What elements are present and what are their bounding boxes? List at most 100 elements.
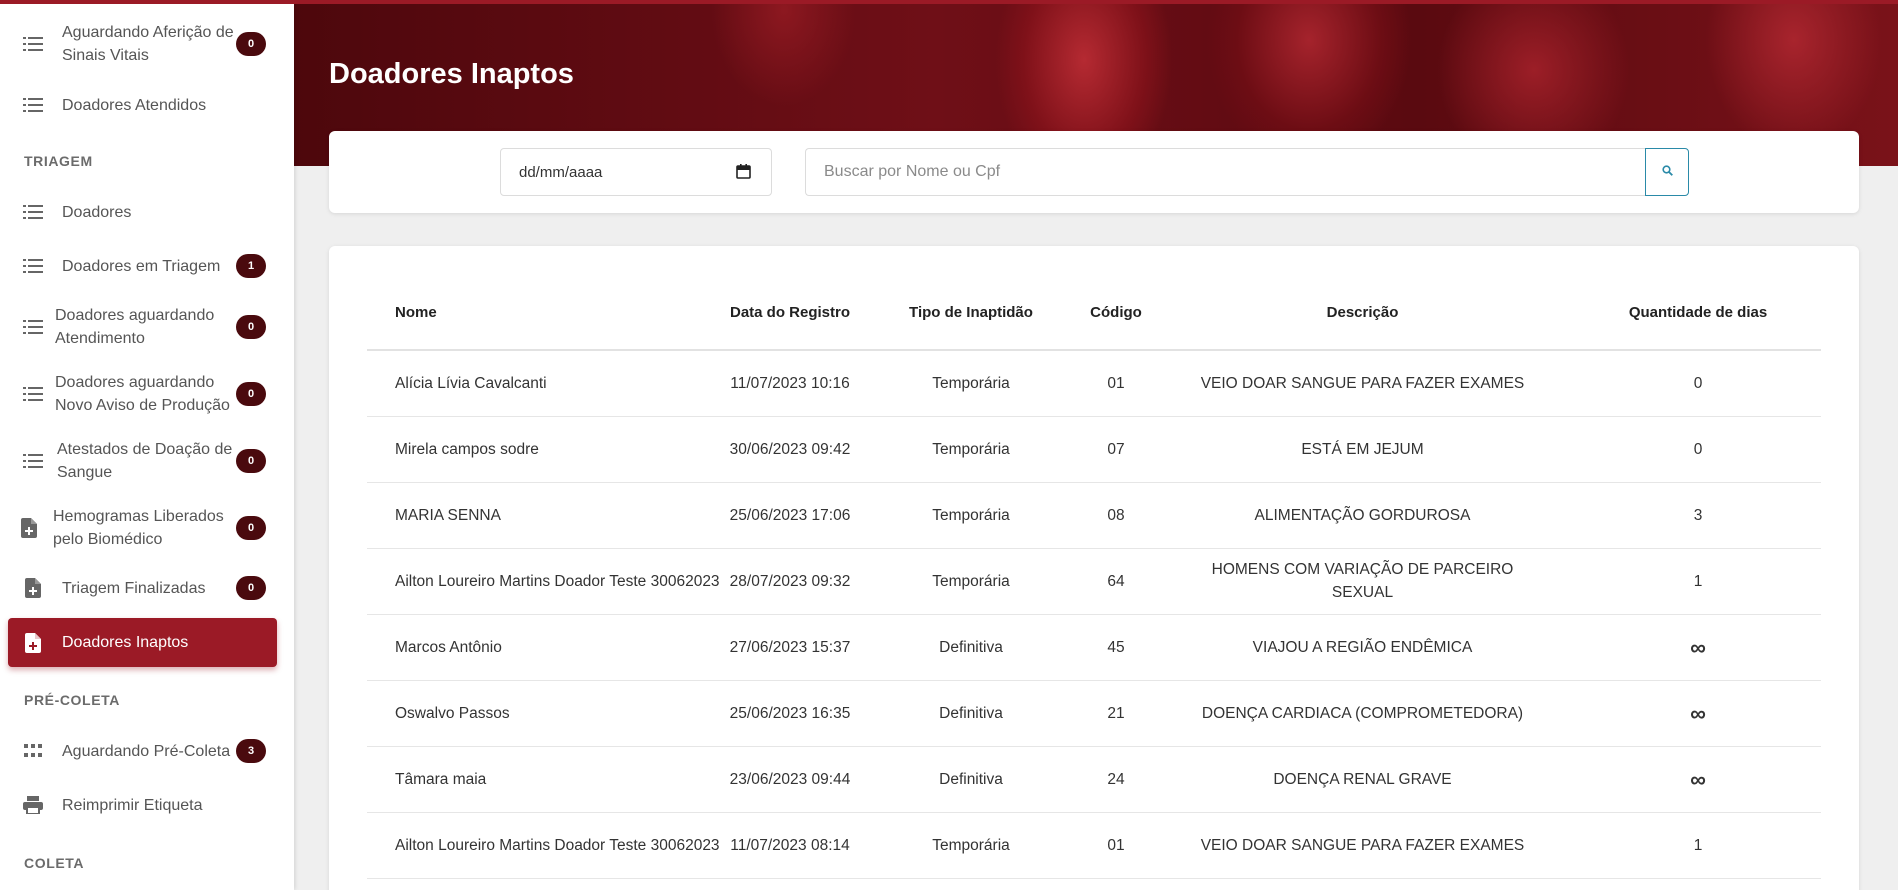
sidebar-item-aguardando-afericao[interactable]: Aguardando Aferição de Sinais Vitais 0 — [8, 20, 277, 68]
count-badge: 0 — [236, 315, 266, 339]
sidebar-item-aguardando-atendimento[interactable]: Doadores aguardando Atendimento 0 — [8, 303, 277, 351]
cell-tipo: Temporária — [860, 548, 1082, 615]
sidebar-item-doadores-inaptos[interactable]: Doadores Inaptos — [8, 618, 277, 667]
count-badge: 0 — [236, 32, 266, 56]
cell-tipo: Temporária — [860, 350, 1082, 417]
table-header-row: Nome Data do Registro Tipo de Inaptidão … — [367, 276, 1821, 351]
section-title-triagem: TRIAGEM — [24, 153, 93, 169]
table-row[interactable]: Alícia Lívia Cavalcanti 11/07/2023 10:16… — [367, 350, 1821, 417]
table-row[interactable]: Marcos Antônio 27/06/2023 15:37 Definiti… — [367, 614, 1821, 681]
date-field[interactable]: dd/mm/aaaa — [500, 148, 772, 196]
column-header-dias[interactable]: Quantidade de dias — [1575, 276, 1821, 351]
cell-codigo: 24 — [1082, 746, 1150, 813]
table-row[interactable]: Tâmara maia 23/06/2023 09:44 Definitiva … — [367, 746, 1821, 813]
list-icon — [22, 383, 44, 405]
cell-codigo: 01 — [1082, 812, 1150, 879]
cell-nome: Tâmara maia — [367, 746, 720, 813]
list-icon — [22, 255, 44, 277]
cell-tipo: Temporária — [860, 812, 1082, 879]
cell-tipo: Definitiva — [860, 680, 1082, 747]
inaptos-table: Nome Data do Registro Tipo de Inaptidão … — [367, 276, 1821, 879]
sidebar-item-label: Triagem Finalizadas — [62, 579, 206, 597]
cell-data: 11/07/2023 08:14 — [720, 812, 860, 879]
file-plus-icon — [18, 517, 40, 539]
file-plus-icon — [22, 632, 44, 654]
cell-dias: ∞ — [1575, 746, 1821, 813]
section-title-pre-coleta: PRÉ-COLETA — [24, 692, 120, 708]
cell-dias: ∞ — [1575, 680, 1821, 747]
sidebar-item-hemogramas[interactable]: Hemogramas Liberados pelo Biomédico 0 — [8, 504, 277, 552]
sidebar-item-label: Doadores Atendidos — [62, 96, 207, 114]
cell-tipo: Definitiva — [860, 614, 1082, 681]
cell-codigo: 07 — [1082, 416, 1150, 483]
cell-data: 23/06/2023 09:44 — [720, 746, 860, 813]
cell-dias: 0 — [1575, 416, 1821, 483]
cell-data: 28/07/2023 09:32 — [720, 548, 860, 615]
sidebar-item-label: Doadores aguardando Atendimento — [55, 307, 215, 347]
sidebar-item-label: Aguardando Aferição de Sinais Vitais — [62, 24, 234, 64]
sidebar-item-label: Doadores em Triagem — [62, 257, 221, 275]
sidebar-item-label: Doadores — [62, 203, 132, 221]
cell-data: 25/06/2023 16:35 — [720, 680, 860, 747]
sidebar-item-novo-aviso[interactable]: Doadores aguardando Novo Aviso de Produç… — [8, 370, 277, 418]
list-icon — [22, 201, 44, 223]
count-badge: 0 — [236, 382, 266, 406]
column-header-descricao[interactable]: Descrição — [1150, 276, 1575, 351]
cell-dias: ∞ — [1575, 614, 1821, 681]
cell-codigo: 45 — [1082, 614, 1150, 681]
search-input[interactable] — [805, 148, 1646, 196]
sidebar-item-label: Doadores aguardando Novo Aviso de Produç… — [55, 374, 230, 414]
column-header-codigo[interactable]: Código — [1082, 276, 1150, 351]
count-badge: 0 — [236, 516, 266, 540]
list-icon — [22, 316, 44, 338]
count-badge: 1 — [236, 254, 266, 278]
cell-codigo: 08 — [1082, 482, 1150, 549]
cell-tipo: Definitiva — [860, 746, 1082, 813]
cell-nome: Marcos Antônio — [367, 614, 720, 681]
sidebar-item-reimprimir-etiqueta[interactable]: Reimprimir Etiqueta — [8, 786, 277, 824]
sidebar-item-label: Atestados de Doação de Sangue — [57, 441, 233, 481]
sidebar-item-label: Hemogramas Liberados pelo Biomédico — [53, 508, 224, 548]
table-row[interactable]: MARIA SENNA 25/06/2023 17:06 Temporária … — [367, 482, 1821, 549]
table-card: Nome Data do Registro Tipo de Inaptidão … — [329, 246, 1859, 890]
cell-descricao: ALIMENTAÇÃO GORDUROSA — [1150, 482, 1575, 549]
table-row[interactable]: Oswalvo Passos 25/06/2023 16:35 Definiti… — [367, 680, 1821, 747]
count-badge: 0 — [236, 576, 266, 600]
cell-data: 30/06/2023 09:42 — [720, 416, 860, 483]
filter-card: dd/mm/aaaa — [329, 131, 1859, 213]
cell-dias: 1 — [1575, 548, 1821, 615]
date-placeholder: dd/mm/aaaa — [519, 163, 603, 181]
sidebar-item-triagem-finalizadas[interactable]: Triagem Finalizadas 0 — [8, 569, 277, 607]
calendar-icon[interactable] — [736, 164, 751, 179]
column-header-tipo[interactable]: Tipo de Inaptidão — [860, 276, 1082, 351]
cell-data: 27/06/2023 15:37 — [720, 614, 860, 681]
printer-icon — [22, 794, 44, 816]
sidebar-item-label: Reimprimir Etiqueta — [62, 796, 203, 814]
list-icon — [22, 94, 44, 116]
cell-descricao: ESTÁ EM JEJUM — [1150, 416, 1575, 483]
sidebar-item-doadores-atendidos[interactable]: Doadores Atendidos — [8, 86, 277, 124]
cell-dias: 0 — [1575, 350, 1821, 417]
table-row[interactable]: Ailton Loureiro Martins Doador Teste 300… — [367, 812, 1821, 879]
table-row[interactable]: Ailton Loureiro Martins Doador Teste 300… — [367, 548, 1821, 615]
sidebar-item-doadores-em-triagem[interactable]: Doadores em Triagem 1 — [8, 247, 277, 285]
column-header-nome[interactable]: Nome — [367, 276, 720, 351]
sidebar-item-doadores[interactable]: Doadores — [8, 193, 277, 231]
sidebar-item-aguardando-pre-coleta[interactable]: Aguardando Pré-Coleta 3 — [8, 732, 277, 770]
sidebar-item-label: Doadores Inaptos — [62, 634, 189, 651]
cell-tipo: Temporária — [860, 482, 1082, 549]
sidebar: Aguardando Aferição de Sinais Vitais 0 D… — [0, 0, 294, 890]
sidebar-item-atestados[interactable]: Atestados de Doação de Sangue 0 — [8, 437, 277, 485]
cell-descricao: HOMENS COM VARIAÇÃO DE PARCEIRO SEXUAL — [1150, 548, 1575, 615]
cell-dias: 1 — [1575, 812, 1821, 879]
cell-nome: Alícia Lívia Cavalcanti — [367, 350, 720, 417]
cell-codigo: 01 — [1082, 350, 1150, 417]
section-title-coleta: COLETA — [24, 855, 85, 871]
cell-dias: 3 — [1575, 482, 1821, 549]
search-button[interactable] — [1645, 148, 1689, 196]
table-row[interactable]: Mirela campos sodre 30/06/2023 09:42 Tem… — [367, 416, 1821, 483]
cell-descricao: VIAJOU A REGIÃO ENDÊMICA — [1150, 614, 1575, 681]
cell-nome: Ailton Loureiro Martins Doador Teste 300… — [367, 548, 720, 615]
column-header-data[interactable]: Data do Registro — [720, 276, 860, 351]
count-badge: 3 — [236, 739, 266, 763]
